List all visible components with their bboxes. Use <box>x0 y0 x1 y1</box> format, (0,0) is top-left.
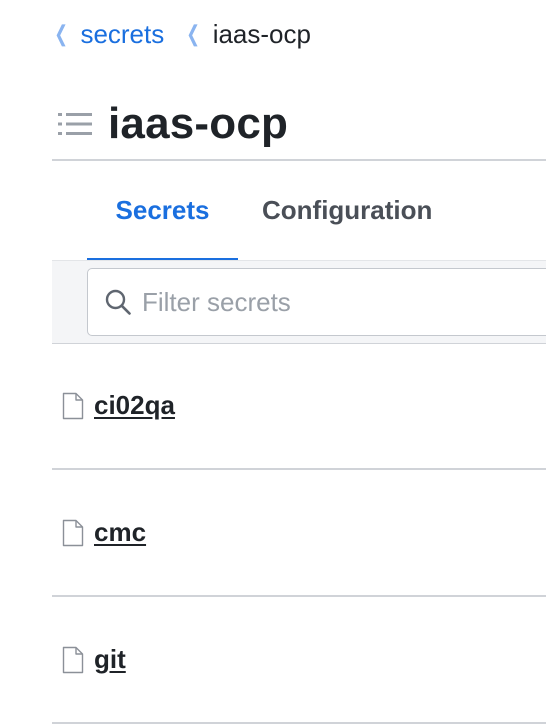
tab-bar: Secrets Configuration <box>52 162 546 260</box>
tab-configuration[interactable]: Configuration <box>262 162 432 258</box>
chevron-left-icon: ❮ <box>186 21 201 46</box>
secret-link-ci02qa[interactable]: ci02qa <box>94 390 175 421</box>
breadcrumb-link-secrets[interactable]: secrets <box>80 19 164 50</box>
file-icon <box>62 392 84 419</box>
list-icon <box>58 113 92 135</box>
breadcrumb-item-secrets[interactable]: ❮ secrets <box>52 19 164 50</box>
file-icon <box>62 519 84 546</box>
breadcrumb-item-current[interactable]: ❮ iaas-ocp <box>184 19 311 50</box>
filter-toolbar <box>52 260 546 344</box>
header-divider <box>52 159 546 161</box>
chevron-left-icon: ❮ <box>54 21 69 46</box>
list-item[interactable]: ci02qa <box>52 343 546 470</box>
breadcrumb: ❮ secrets ❮ iaas-ocp <box>52 17 311 51</box>
list-item[interactable]: cmc <box>52 470 546 597</box>
search-icon <box>105 289 131 315</box>
secret-link-cmc[interactable]: cmc <box>94 517 146 548</box>
page-title: iaas-ocp <box>108 99 289 148</box>
tab-secrets[interactable]: Secrets <box>87 162 238 260</box>
secret-list: ci02qa cmc git <box>52 343 546 724</box>
secret-link-git[interactable]: git <box>94 644 126 675</box>
list-item[interactable]: git <box>52 597 546 724</box>
breadcrumb-current-label: iaas-ocp <box>212 18 311 49</box>
filter-secrets-input[interactable] <box>142 286 522 318</box>
file-icon <box>62 646 84 673</box>
filter-box[interactable] <box>87 268 546 336</box>
page-header: iaas-ocp <box>58 96 288 152</box>
page: ❮ secrets ❮ iaas-ocp iaas-ocp Secrets Co… <box>0 0 546 726</box>
